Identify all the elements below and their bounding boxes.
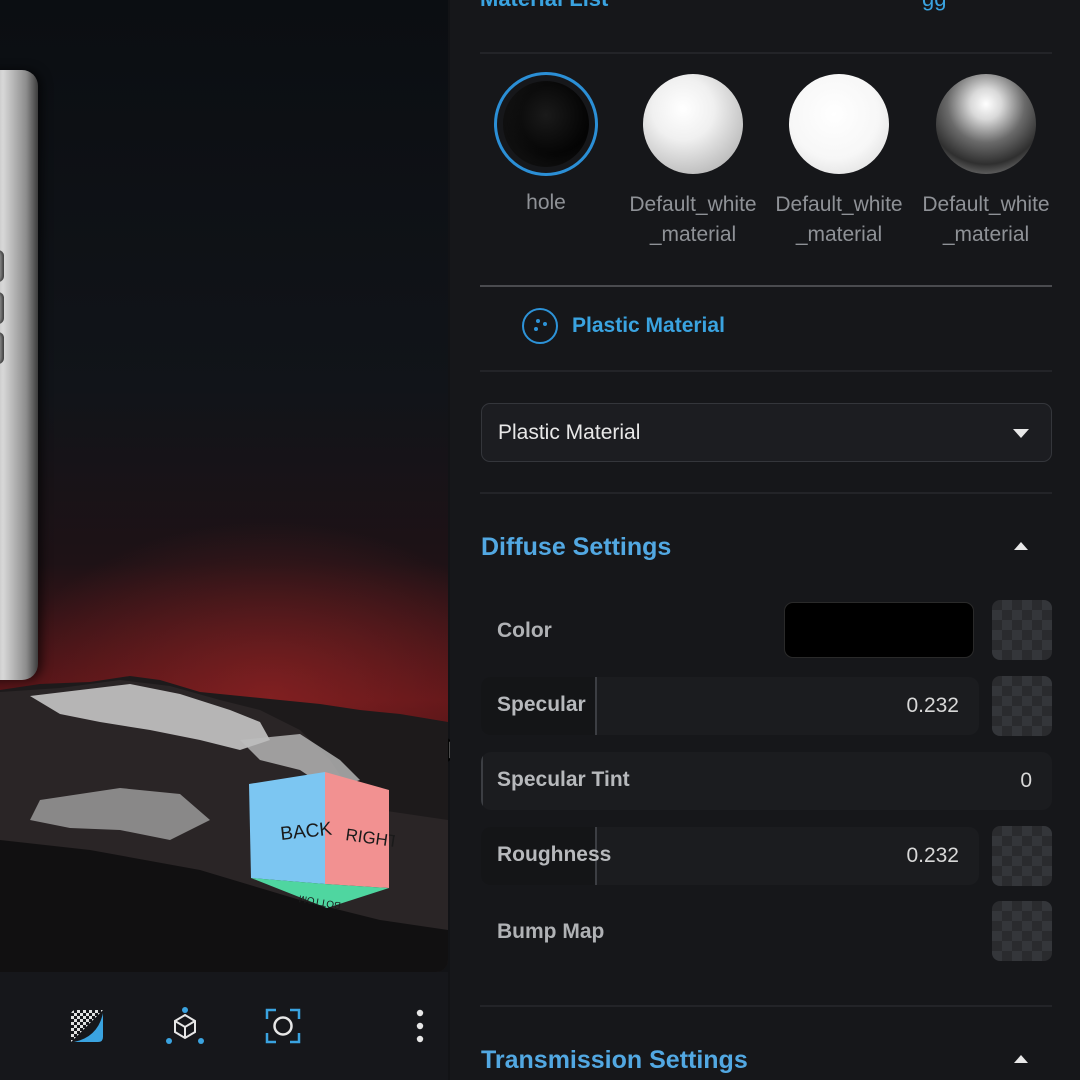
diffuse-settings-title[interactable]: Diffuse Settings xyxy=(481,533,671,562)
bottom-toolbar xyxy=(0,972,448,1080)
bump-map-row: Bump Map xyxy=(481,902,979,960)
roughness-label: Roughness xyxy=(497,843,612,866)
more-vertical-icon xyxy=(416,1009,424,1043)
material-preview xyxy=(494,72,598,176)
specular-tint-value: 0 xyxy=(1020,769,1032,792)
material-preview xyxy=(934,74,1038,178)
bump-map-label: Bump Map xyxy=(497,920,605,943)
material-preview xyxy=(641,74,745,178)
specular-tint-slider[interactable]: Specular Tint 0 xyxy=(481,752,1052,810)
specular-texture-slot[interactable] xyxy=(992,676,1052,736)
menu-icon[interactable] xyxy=(1000,0,1024,2)
collapse-caret-icon[interactable] xyxy=(1014,1055,1028,1063)
material-item-hole[interactable]: hole xyxy=(481,72,611,218)
divider xyxy=(480,285,1052,287)
environment-button[interactable] xyxy=(65,1004,109,1048)
specular-tint-label: Specular Tint xyxy=(497,768,630,791)
palette-icon xyxy=(522,308,558,344)
collapse-caret-icon[interactable] xyxy=(1014,542,1028,550)
roughness-slider[interactable]: Roughness 0.232 xyxy=(481,827,979,885)
material-type-select-value: Plastic Material xyxy=(498,420,641,444)
divider xyxy=(480,370,1052,372)
device-side-button xyxy=(0,250,4,282)
material-preview xyxy=(787,74,891,178)
scene-graph-button[interactable] xyxy=(163,1004,207,1048)
material-item-default-white-3[interactable]: Default_white_material xyxy=(921,72,1051,250)
divider xyxy=(480,52,1052,54)
material-panel: Material List gg hole Default_white_mate… xyxy=(450,0,1080,1080)
device-side-button xyxy=(0,292,4,324)
specular-slider[interactable]: Specular 0.232 xyxy=(481,677,979,735)
color-texture-slot[interactable] xyxy=(992,600,1052,660)
roughness-texture-slot[interactable] xyxy=(992,826,1052,886)
more-options-button[interactable] xyxy=(398,1004,442,1048)
material-label: Default_white_material xyxy=(922,193,1050,246)
caret-down-icon xyxy=(1013,429,1029,438)
3d-viewport[interactable]: BACK RIGHT BOTTOM xyxy=(0,0,448,972)
scene-graph-icon xyxy=(166,1007,204,1044)
device-side-button xyxy=(0,332,4,364)
bump-map-texture-slot[interactable] xyxy=(992,901,1052,961)
material-label: Default_white_material xyxy=(629,193,757,246)
focus-icon xyxy=(265,1008,301,1044)
specular-value: 0.232 xyxy=(906,694,959,717)
focus-button[interactable] xyxy=(261,1004,305,1048)
material-item-default-white-2[interactable]: Default_white_material xyxy=(774,72,904,250)
material-type-select[interactable]: Plastic Material xyxy=(481,403,1052,462)
roughness-value: 0.232 xyxy=(906,844,959,867)
material-type-label: Plastic Material xyxy=(572,314,725,337)
transmission-settings-title[interactable]: Transmission Settings xyxy=(481,1046,748,1075)
divider xyxy=(480,492,1052,494)
material-label: hole xyxy=(526,191,566,214)
specular-label: Specular xyxy=(497,693,586,716)
slider-fill xyxy=(481,752,483,810)
panel-title: Material List xyxy=(480,0,608,12)
material-item-default-white-1[interactable]: Default_white_material xyxy=(628,72,758,250)
material-type-tab[interactable]: Plastic Material xyxy=(522,308,725,344)
view-cube[interactable]: BACK RIGHT BOTTOM xyxy=(243,768,395,916)
environment-icon xyxy=(71,1010,103,1042)
color-swatch[interactable] xyxy=(784,602,974,658)
divider xyxy=(480,1005,1052,1007)
panel-header-link[interactable]: gg xyxy=(922,0,946,12)
color-label: Color xyxy=(497,619,552,642)
material-label: Default_white_material xyxy=(775,193,903,246)
device-model[interactable] xyxy=(0,70,38,680)
